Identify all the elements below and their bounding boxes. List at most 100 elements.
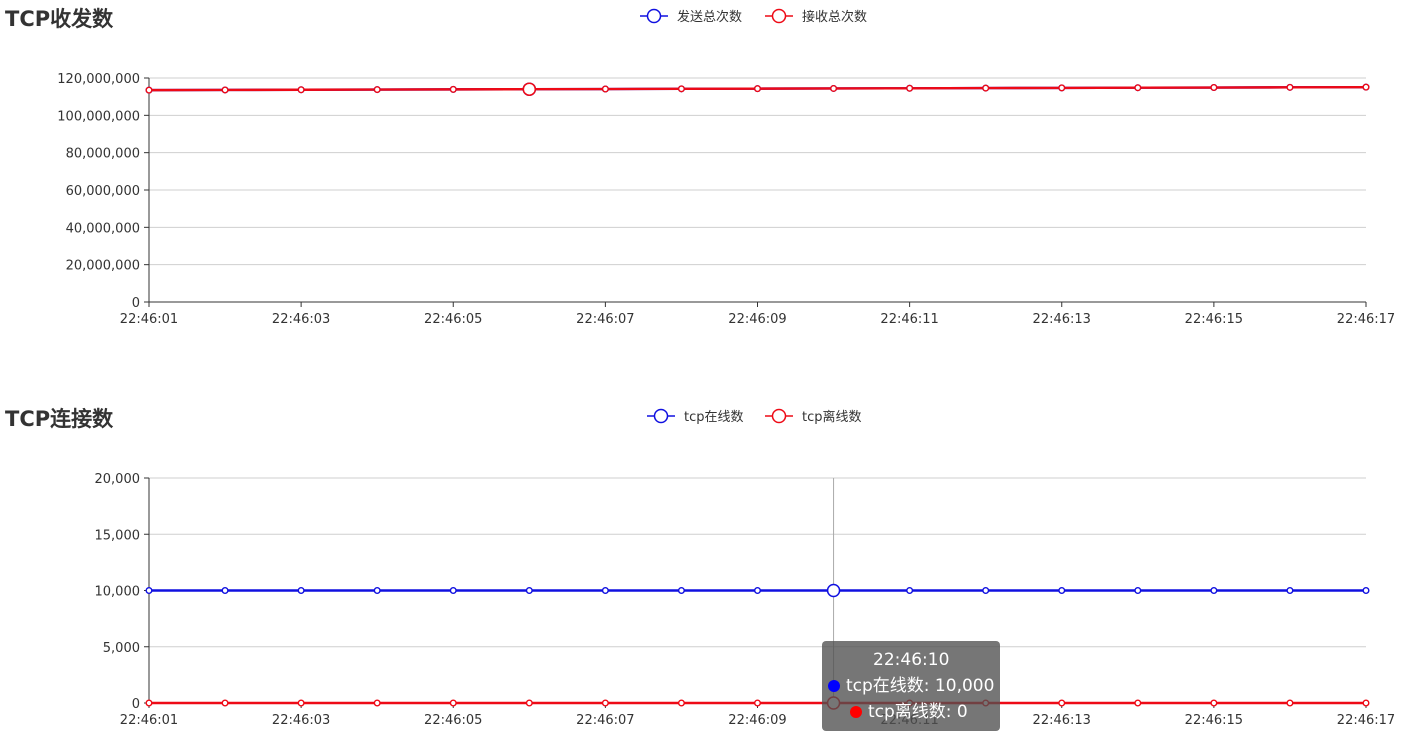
tcp-traffic-legend-item-1[interactable]: 接收总次数 [765, 8, 867, 25]
tcp-traffic-series-1-point-16[interactable] [1362, 83, 1370, 91]
chart-tcp-connections: TCP连接数 tcp在线数 tcp离线数 0 5,000 10,000 15,000 20,0… [0, 370, 1418, 740]
tcp-connections-series-1-point-15[interactable] [1286, 699, 1294, 707]
tcp-traffic-legend-item-0[interactable]: 发送总次数 [640, 8, 742, 25]
tcp-connections-ytick-label-4: 20,000 [95, 472, 141, 487]
tooltip-row-offline: tcp离线数: 0 [828, 699, 994, 725]
tcp-connections-xtick-label-4: 22:46:09 [728, 713, 786, 728]
tcp-traffic-series-1-point-10[interactable] [906, 84, 914, 92]
tcp-traffic-series-1-point-12[interactable] [1058, 84, 1066, 92]
tcp-traffic-ytick-label-5: 100,000,000 [57, 109, 140, 124]
tcp-traffic-series-1-point-8[interactable] [754, 85, 762, 93]
chart-tcp-traffic-svg[interactable]: TCP收发数 发送总次数 接收总次数 0 20,000,000 40,000,000 60,… [0, 0, 1418, 370]
tcp-traffic-xtick-label-7: 22:46:15 [1185, 312, 1243, 327]
tooltip-title: 22:46:10 [873, 650, 950, 670]
tcp-connections-ytick-label-0: 0 [132, 697, 140, 712]
tooltip-label-online: tcp在线数: 10,000 [846, 676, 995, 696]
tcp-connections-xtick-label-1: 22:46:03 [272, 713, 330, 728]
tcp-connections-series-1-point-3[interactable] [373, 699, 381, 707]
tcp-connections-series-1-point-13[interactable] [1134, 699, 1142, 707]
tcp-connections-title: TCP连接数 [5, 407, 114, 431]
tcp-connections-ytick-label-2: 10,000 [95, 585, 141, 600]
tooltip-label-offline: tcp离线数: 0 [868, 702, 968, 722]
tcp-traffic-ytick-label-2: 40,000,000 [66, 221, 140, 236]
tcp-traffic-xtick-label-1: 22:46:03 [272, 312, 330, 327]
tcp-traffic-series-1-point-2[interactable] [297, 86, 305, 94]
tcp-traffic-legend-label-0: 发送总次数 [677, 9, 742, 25]
tcp-connections-series-0-point-11[interactable] [982, 586, 990, 594]
tcp-connections-series-0-point-9[interactable] [826, 583, 841, 598]
tcp-connections-legend-item-0[interactable]: tcp在线数 [647, 408, 744, 426]
tcp-connections-series-1-point-7[interactable] [677, 699, 685, 707]
tcp-connections-ytick-label-3: 15,000 [95, 528, 141, 543]
chart-tcp-connections-svg[interactable]: TCP连接数 tcp在线数 tcp离线数 0 5,000 10,000 15,000 20,0… [0, 370, 1418, 740]
dashboard-page: TCP收发数 发送总次数 接收总次数 0 20,000,000 40,000,000 60,… [0, 0, 1418, 740]
tcp-traffic-xtick-label-4: 22:46:09 [728, 312, 786, 327]
tcp-connections-series-1-point-14[interactable] [1210, 699, 1218, 707]
tcp-connections-series-0-point-0[interactable] [145, 586, 153, 594]
tcp-connections-series-1-point-6[interactable] [601, 699, 609, 707]
tcp-connections-series-0-point-13[interactable] [1134, 586, 1142, 594]
tcp-connections-series-1-point-16[interactable] [1362, 699, 1370, 707]
tcp-connections-legend-marker-1 [771, 408, 787, 424]
tcp-traffic-legend-marker-1 [771, 8, 787, 24]
tcp-connections-series-0-point-2[interactable] [297, 586, 305, 594]
tcp-traffic-series-1-point-6[interactable] [601, 85, 609, 93]
tcp-connections-series-1-point-1[interactable] [221, 699, 229, 707]
tcp-connections-series-1-point-8[interactable] [754, 699, 762, 707]
tcp-traffic-series-1-point-3[interactable] [373, 86, 381, 94]
tcp-connections-series-1-point-4[interactable] [449, 699, 457, 707]
tcp-traffic-series-1-point-14[interactable] [1210, 84, 1218, 92]
tcp-traffic-series-1-point-1[interactable] [221, 86, 229, 94]
tcp-connections-series-0-point-6[interactable] [601, 586, 609, 594]
tcp-traffic-xtick-label-5: 22:46:11 [880, 312, 938, 327]
tcp-connections-series-1-point-2[interactable] [297, 699, 305, 707]
tcp-connections-series-0-point-5[interactable] [525, 586, 533, 594]
tcp-connections-series-0-point-4[interactable] [449, 586, 457, 594]
tcp-connections-xtick-label-2: 22:46:05 [424, 713, 482, 728]
tooltip-row-online: tcp在线数: 10,000 [828, 673, 994, 699]
tcp-traffic-series-1-point-7[interactable] [677, 85, 685, 93]
tcp-connections-series-0-point-1[interactable] [221, 586, 229, 594]
tcp-connections-xtick-label-6: 22:46:13 [1033, 713, 1091, 728]
tcp-connections-xtick-label-3: 22:46:07 [576, 713, 634, 728]
tcp-connections-series-0-point-8[interactable] [754, 586, 762, 594]
tcp-traffic-ytick-label-1: 20,000,000 [66, 259, 140, 274]
tcp-traffic-title: TCP收发数 [5, 7, 114, 31]
tooltip-dot-online [828, 680, 840, 692]
tcp-traffic-series-1-point-15[interactable] [1286, 83, 1294, 91]
tcp-connections-series-0-point-7[interactable] [677, 586, 685, 594]
tcp-connections-series-0-point-15[interactable] [1286, 586, 1294, 594]
tcp-connections-series-0-point-3[interactable] [373, 586, 381, 594]
tcp-traffic-series-1-point-9[interactable] [830, 84, 838, 92]
tcp-traffic-ytick-label-4: 80,000,000 [66, 147, 140, 162]
tcp-traffic-ytick-label-0: 0 [132, 296, 140, 311]
chart-tcp-traffic: TCP收发数 发送总次数 接收总次数 0 20,000,000 40,000,000 60,… [0, 0, 1418, 370]
tcp-connections-series-1-point-0[interactable] [145, 699, 153, 707]
tcp-traffic-legend-marker-0 [646, 8, 662, 24]
tcp-traffic-legend-label-1: 接收总次数 [802, 9, 867, 25]
tooltip-dot-offline [850, 706, 862, 718]
tcp-traffic-series-1-point-0[interactable] [145, 86, 153, 94]
tcp-connections-series-1-point-12[interactable] [1058, 699, 1066, 707]
tcp-traffic-xtick-label-3: 22:46:07 [576, 312, 634, 327]
chart-tooltip: 22:46:10 tcp在线数: 10,000 tcp离线数: 0 [822, 641, 1001, 731]
tcp-traffic-series-1-point-13[interactable] [1134, 84, 1142, 92]
tcp-traffic-ytick-label-3: 60,000,000 [66, 184, 140, 199]
tcp-connections-ytick-label-1: 5,000 [103, 641, 140, 656]
tcp-traffic-xtick-label-0: 22:46:01 [120, 312, 178, 327]
tcp-connections-legend-item-1[interactable]: tcp离线数 [765, 408, 862, 425]
tcp-traffic-xtick-label-8: 22:46:17 [1337, 312, 1395, 327]
tcp-traffic-series-1-point-5[interactable] [522, 82, 537, 96]
tcp-connections-series-0-point-16[interactable] [1362, 586, 1370, 594]
tcp-traffic-xtick-label-2: 22:46:05 [424, 312, 482, 327]
tcp-connections-series-0-point-14[interactable] [1210, 586, 1218, 594]
tcp-connections-series-1-point-5[interactable] [525, 699, 533, 707]
tcp-traffic-ytick-label-6: 120,000,000 [57, 72, 140, 87]
tcp-connections-xtick-label-8: 22:46:17 [1337, 713, 1395, 728]
tcp-traffic-series-1-point-11[interactable] [982, 84, 990, 92]
tcp-traffic-series-1-point-4[interactable] [449, 85, 457, 93]
tcp-connections-xtick-label-0: 22:46:01 [120, 713, 178, 728]
tcp-connections-series-0-point-10[interactable] [906, 586, 914, 594]
tcp-connections-series-0-point-12[interactable] [1058, 586, 1066, 594]
tcp-connections-xtick-label-7: 22:46:15 [1185, 713, 1243, 728]
